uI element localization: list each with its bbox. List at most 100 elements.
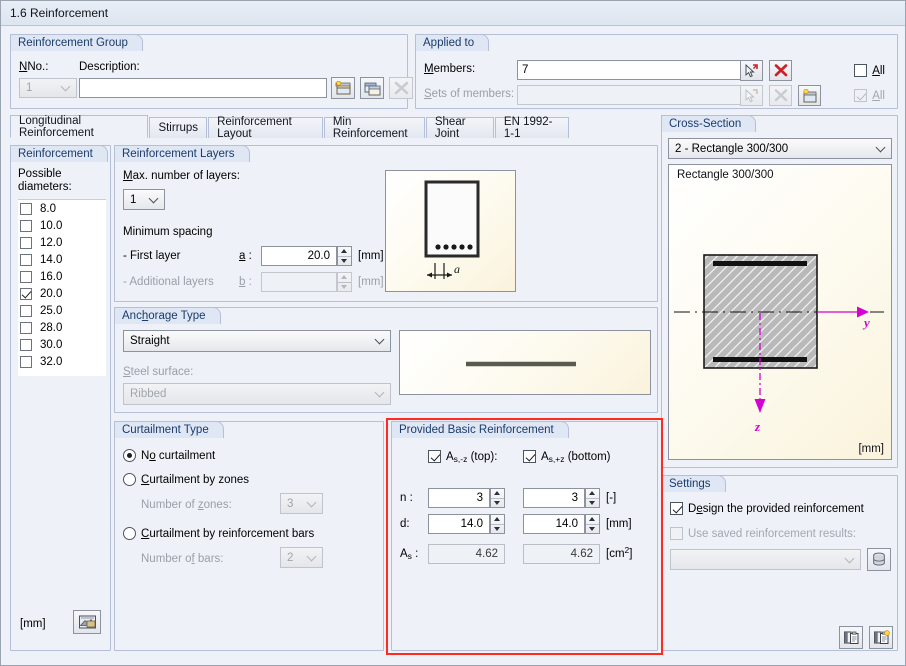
tab-en-1992-1-1[interactable]: EN 1992-1-1 [494,116,569,140]
spinner-up[interactable] [586,489,599,498]
as-top-label: As,-z (top): [446,450,498,464]
spinner-down[interactable] [491,523,504,534]
new-group-button[interactable] [331,77,355,99]
group-no-value: 1 [26,82,33,94]
n-bottom-spinner[interactable] [585,488,600,508]
radio-ring [123,449,136,462]
checkbox-box [20,236,32,249]
saved-results-browse-button[interactable] [867,548,891,571]
tab-stirrups[interactable]: Stirrups [149,117,208,138]
checkbox-box [20,287,32,300]
spinner-down[interactable] [338,255,351,266]
list-item[interactable]: 32.0 [18,353,106,370]
checkbox-box [428,450,441,463]
reinforcement-library-button[interactable] [73,610,101,634]
curtailment-type-title: Curtailment Type [114,421,224,438]
cross-section-combo[interactable]: 2 - Rectangle 300/300 [668,138,892,159]
n-top-spinner[interactable] [490,488,505,508]
spinner-up[interactable] [338,247,351,256]
list-item[interactable]: 10.0 [18,217,106,234]
sets-all-label: All [872,89,885,102]
cross-section-title: Cross-Section [661,115,757,132]
list-item[interactable]: 28.0 [18,319,106,336]
additional-layers-symbol: b : [239,276,252,288]
tab-longitudinal-reinforcement[interactable]: Longitudinal Reinforcement [10,115,149,139]
number-of-zones-value: 3 [287,497,294,510]
reinforcement-layers-title: Reinforcement Layers [114,145,250,162]
spinner-up[interactable] [338,273,351,282]
select-sets-button[interactable] [740,85,763,106]
spinner-up[interactable] [586,515,599,524]
clear-sets-button[interactable] [769,85,792,106]
additional-layers-spinner[interactable] [337,272,352,292]
minimum-spacing-label: Minimum spacing [123,226,213,238]
d-top-input[interactable]: 14.0 [428,514,490,534]
diameters-listbox[interactable]: 8.0 10.0 12.0 14.0 16.0 20.0 25.0 28.0 3… [18,199,106,376]
clear-members-button[interactable] [769,60,792,81]
list-item[interactable]: 14.0 [18,251,106,268]
n-bottom-input[interactable]: 3 [523,488,585,508]
spinner-up[interactable] [491,489,504,498]
spinner-down[interactable] [338,281,351,292]
members-all-checkbox[interactable]: All [854,64,885,77]
spinner-down[interactable] [586,523,599,534]
as-top-checkbox[interactable]: As,-z (top): [428,450,498,464]
spinner-up[interactable] [491,515,504,524]
steel-surface-combo[interactable]: Ribbed [123,383,391,405]
select-members-button[interactable] [740,60,763,81]
first-layer-input[interactable]: 20.0 [261,246,337,266]
list-item[interactable]: 8.0 [18,200,106,217]
copy-group-button[interactable] [360,77,384,99]
curtailment-type-panel: Curtailment Type No curtailment Curtailm… [114,421,384,651]
window-title-bar: 1.6 Reinforcement [1,1,905,26]
sets-all-checkbox[interactable]: All [854,89,885,102]
use-saved-results-checkbox[interactable]: Use saved reinforcement results: [670,527,856,540]
paste-from-clipboard-button[interactable] [869,626,893,649]
radio-curtailment-by-zones[interactable]: Curtailment by zones [123,473,249,486]
additional-layers-input[interactable] [261,272,337,292]
checkbox-box [670,527,683,540]
new-set-button[interactable] [798,85,821,106]
settings-title: Settings [661,475,726,492]
cross-section-caption: Rectangle 300/300 [677,169,774,181]
sets-of-members-input[interactable] [517,85,749,105]
spinner-down[interactable] [586,497,599,508]
list-item[interactable]: 25.0 [18,302,106,319]
d-bottom-spinner[interactable] [585,514,600,534]
tab-shear-joint[interactable]: Shear Joint [425,116,494,140]
as-top-output: 4.62 [428,544,505,564]
delete-group-button[interactable] [389,77,413,99]
design-provided-reinforcement-checkbox[interactable]: Design the provided reinforcement [670,502,864,515]
chevron-down-icon [877,144,885,152]
group-description-input[interactable] [79,78,327,98]
tab-reinforcement-layout[interactable]: Reinforcement Layout [208,116,323,140]
checkbox-box [20,253,32,266]
cross-section-unit-label: [mm] [858,443,884,455]
list-item[interactable]: 12.0 [18,234,106,251]
saved-results-combo[interactable] [670,549,861,570]
first-layer-spinner[interactable] [337,246,352,266]
members-label: Members: [424,63,476,75]
chevron-down-icon [846,555,854,563]
radio-no-curtailment[interactable]: No curtailment [123,449,215,462]
tab-min-reinforcement[interactable]: Min Reinforcement [323,116,425,140]
radio-label: No curtailment [141,449,216,462]
number-of-bars-combo[interactable]: 2 [280,547,323,568]
d-bottom-input[interactable]: 14.0 [523,514,585,534]
list-item[interactable]: 20.0 [18,285,106,302]
max-layers-combo[interactable]: 1 [123,189,165,210]
radio-curtailment-by-bars[interactable]: Curtailment by reinforcement bars [123,527,314,540]
list-item[interactable]: 16.0 [18,268,106,285]
d-top-spinner[interactable] [490,514,505,534]
members-input[interactable]: 7 [517,60,749,80]
list-item[interactable]: 30.0 [18,336,106,353]
anchorage-type-panel: Anchorage Type Straight Steel surface: R… [114,307,658,413]
as-bottom-checkbox[interactable]: As,+z (bottom) [523,450,611,464]
anchorage-type-combo[interactable]: Straight [123,330,391,352]
copy-to-clipboard-icon [843,631,858,644]
group-no-combo[interactable]: 1 [19,78,77,98]
copy-to-clipboard-button[interactable] [839,626,863,649]
n-top-input[interactable]: 3 [428,488,490,508]
spinner-down[interactable] [491,497,504,508]
number-of-zones-combo[interactable]: 3 [280,493,323,514]
